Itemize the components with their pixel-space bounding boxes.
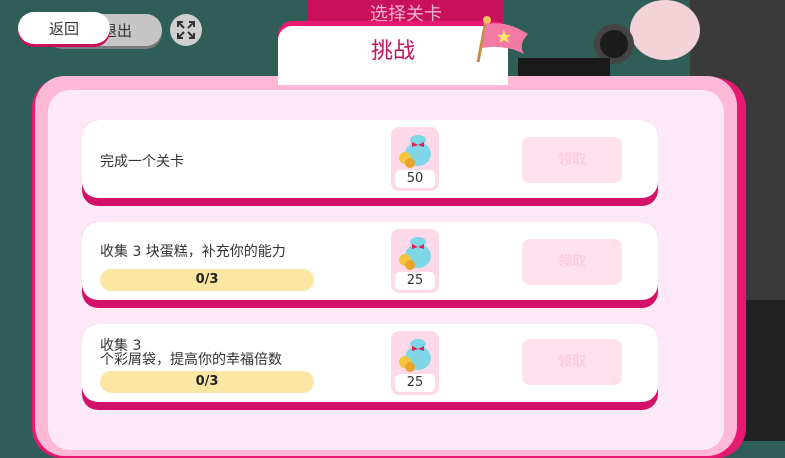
star-flag-icon [476,16,528,63]
task-label-line2: 个彩屑袋，提高你的幸福倍数 [100,352,282,368]
reward-value: 25 [395,374,435,392]
reward-box: 25 [391,331,439,395]
confetti-bag-icon [399,339,431,372]
confetti-bag-icon [399,135,431,168]
reward-box: 50 [391,127,439,191]
fullscreen-button[interactable] [170,14,202,46]
reward-value: 25 [395,272,435,290]
task-label: 完成一个关卡 [100,154,184,170]
claim-button[interactable]: 领取 [522,239,622,285]
progress-bar: 0/3 [100,371,314,393]
reward-box: 25 [391,229,439,293]
confetti-bag-icon [399,237,431,270]
claim-button[interactable]: 领取 [522,137,622,183]
progress-bar: 0/3 [100,269,314,291]
claim-button[interactable]: 领取 [522,339,622,385]
back-button[interactable]: 返回 [18,12,110,44]
task-label: 收集 3 块蛋糕，补充你的能力 [100,244,286,260]
fullscreen-icon [177,21,195,39]
background-character [630,0,700,60]
reward-value: 50 [395,170,435,188]
